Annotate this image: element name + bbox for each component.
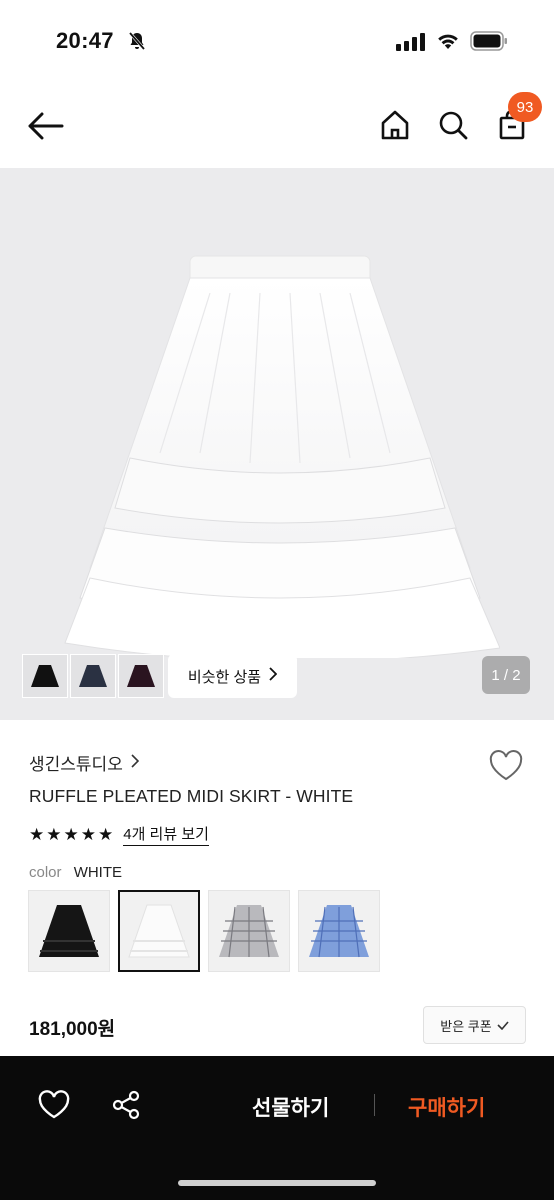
thumbnail-black[interactable]	[22, 654, 68, 698]
color-label: color	[29, 864, 62, 881]
back-arrow-icon[interactable]	[26, 108, 66, 144]
swatch-black[interactable]	[28, 890, 110, 972]
home-indicator	[178, 1180, 376, 1186]
thumbnail-navy[interactable]	[70, 654, 116, 698]
star-icon: ★	[63, 825, 79, 844]
color-swatches	[28, 890, 380, 972]
similar-products-button[interactable]: 비슷한 상품	[168, 654, 297, 698]
review-link[interactable]: 4개 리뷰 보기	[123, 823, 209, 846]
brand-name: 생긴스튜디오	[29, 755, 123, 774]
share-icon[interactable]	[110, 1089, 142, 1121]
chevron-right-icon	[131, 753, 139, 773]
swatch-blue-check[interactable]	[298, 890, 380, 972]
star-icon: ★	[29, 825, 45, 844]
home-icon[interactable]	[378, 108, 412, 142]
star-icon: ★	[46, 825, 62, 844]
rating-row: ★ ★ ★ ★ ★ 4개 리뷰 보기	[29, 823, 209, 846]
color-value: WHITE	[73, 864, 123, 881]
thumbnail-burgundy[interactable]	[118, 654, 164, 698]
gift-button[interactable]: 선물하기	[252, 1092, 329, 1122]
color-row: color WHITE	[29, 864, 122, 881]
status-time: 20:47	[56, 28, 114, 53]
search-icon[interactable]	[436, 108, 470, 142]
buy-button[interactable]: 구매하기	[408, 1092, 485, 1122]
cart-count-badge: 93	[508, 92, 542, 122]
similar-products-label: 비슷한 상품	[187, 668, 262, 686]
signal-icon	[396, 33, 426, 56]
star-icon: ★	[98, 825, 114, 844]
image-pager: 1 / 2	[482, 656, 530, 694]
swatch-gray-check[interactable]	[208, 890, 290, 972]
divider	[374, 1094, 375, 1116]
product-price: 181,000원	[29, 1019, 116, 1040]
received-coupon-button[interactable]: 받은 쿠폰	[423, 1006, 526, 1044]
top-nav: 93	[0, 92, 554, 164]
star-icon: ★	[80, 825, 96, 844]
wishlist-heart-icon[interactable]	[488, 750, 524, 782]
product-name: RUFFLE PLEATED MIDI SKIRT - WHITE	[29, 786, 354, 806]
coupon-label: 받은 쿠폰	[440, 1018, 492, 1034]
product-image-carousel[interactable]: 비슷한 상품 1 / 2	[0, 168, 554, 720]
bell-muted-icon	[127, 31, 147, 56]
swatch-white[interactable]	[118, 890, 200, 972]
bottom-action-bar: 선물하기 구매하기	[0, 1056, 554, 1200]
wifi-icon	[436, 31, 460, 56]
status-bar: 20:47	[0, 0, 554, 84]
chevron-right-icon	[269, 667, 278, 685]
similar-thumbnails	[22, 654, 164, 698]
chevron-down-icon	[497, 1018, 509, 1033]
brand-link[interactable]: 생긴스튜디오	[29, 750, 139, 775]
battery-icon	[470, 31, 508, 56]
wishlist-heart-icon[interactable]	[37, 1090, 71, 1120]
product-image	[64, 255, 500, 658]
